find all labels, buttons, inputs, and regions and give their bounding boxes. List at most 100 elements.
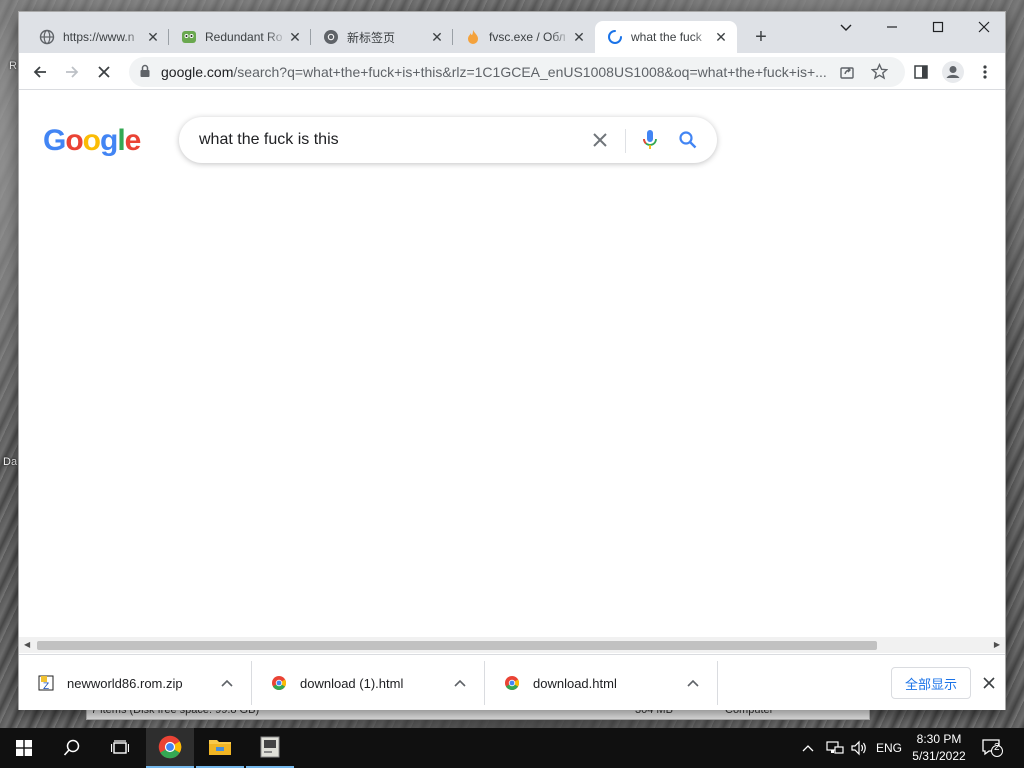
lock-icon: [139, 64, 151, 83]
tab-title: Redundant Ro: [205, 30, 283, 44]
chevron-up-icon[interactable]: [215, 679, 239, 687]
address-url: google.com/search?q=what+the+fuck+is+thi…: [161, 64, 833, 80]
close-downloads-bar-button[interactable]: [977, 671, 1001, 695]
forward-button[interactable]: [58, 58, 86, 86]
bookmark-star-icon[interactable]: [870, 62, 889, 85]
close-icon[interactable]: ✕: [571, 29, 587, 45]
tab-1[interactable]: https://www.n ✕: [27, 21, 169, 53]
address-bar[interactable]: google.com/search?q=what+the+fuck+is+thi…: [129, 57, 905, 87]
minimize-icon: [887, 26, 897, 28]
arrow-left-icon: [33, 66, 46, 78]
stop-loading-button[interactable]: [90, 58, 118, 86]
taskbar: ENG 8:30 PM 5/31/2022 2: [0, 728, 1024, 768]
chevron-down-icon: [840, 24, 852, 31]
tab-title: fvsc.exe / Обл: [489, 30, 566, 44]
clear-search-button[interactable]: [589, 129, 611, 151]
profile-button[interactable]: [939, 58, 967, 86]
close-icon[interactable]: ✕: [287, 29, 303, 45]
close-icon[interactable]: ✕: [713, 29, 729, 45]
tab-5-active[interactable]: what the fuck ✕: [595, 21, 737, 53]
back-button[interactable]: [26, 58, 54, 86]
close-icon[interactable]: ✕: [145, 29, 161, 45]
taskbar-chrome[interactable]: [146, 728, 194, 768]
url-domain: google.com: [161, 64, 234, 80]
chrome-icon: [158, 735, 182, 759]
tab-4[interactable]: fvsc.exe / Обл ✕: [453, 21, 595, 53]
chevron-up-icon[interactable]: [681, 679, 705, 687]
volume-icon[interactable]: [850, 728, 868, 768]
scroll-left-icon[interactable]: ◀: [24, 640, 30, 649]
desktop-icon-label: Da: [3, 456, 18, 468]
new-tab-button[interactable]: +: [749, 26, 773, 50]
tab-title: 新标签页: [347, 30, 396, 45]
downloads-bar: Z newworld86.rom.zip download (1).html d…: [19, 654, 1005, 710]
taskbar-file-explorer[interactable]: [196, 728, 244, 768]
search-box[interactable]: what the fuck is this: [179, 117, 717, 163]
share-icon[interactable]: [839, 64, 855, 85]
input-language[interactable]: ENG: [876, 728, 902, 768]
download-item[interactable]: download.html: [485, 661, 718, 705]
logo-letter: e: [124, 124, 142, 157]
tab-3[interactable]: 新标签页 ✕: [311, 21, 453, 53]
taskbar-search-button[interactable]: [48, 728, 96, 768]
tab-2[interactable]: Redundant Ro ✕: [169, 21, 311, 53]
close-icon[interactable]: ✕: [429, 29, 445, 45]
tab-strip: https://www.n ✕ Redundant Ro ✕ 新标签页 ✕ fv…: [19, 12, 1005, 53]
notification-center-button[interactable]: 2: [982, 728, 1004, 768]
maximize-button[interactable]: [915, 12, 961, 42]
close-window-button[interactable]: [961, 12, 1007, 42]
chevron-up-icon[interactable]: [448, 679, 472, 687]
google-logo[interactable]: Google: [43, 124, 142, 158]
scrollbar-thumb[interactable]: [37, 641, 877, 650]
page-content: Google what the fuck is this: [19, 91, 1005, 636]
download-item[interactable]: Z newworld86.rom.zip: [19, 661, 252, 705]
arrow-right-icon: [66, 66, 79, 78]
search-icon: [679, 131, 697, 149]
notification-count: 2: [994, 742, 1000, 753]
logo-letter: o: [82, 124, 101, 157]
search-input[interactable]: what the fuck is this: [199, 131, 339, 149]
clock-date: 5/31/2022: [912, 749, 966, 763]
scroll-right-icon[interactable]: ▶: [994, 640, 1000, 649]
browser-window: https://www.n ✕ Redundant Ro ✕ 新标签页 ✕ fv…: [18, 11, 1006, 710]
folder-icon: [209, 740, 231, 755]
clock-time: 8:30 PM: [916, 732, 962, 746]
chrome-file-icon: [270, 674, 288, 692]
horizontal-scrollbar[interactable]: ◀ ▶: [19, 637, 1005, 653]
network-icon[interactable]: [826, 728, 844, 768]
minimize-button[interactable]: [869, 12, 915, 42]
task-view-icon: [111, 740, 129, 754]
menu-button[interactable]: [971, 58, 999, 86]
more-vert-icon: [983, 65, 987, 79]
browser-toolbar: google.com/search?q=what+the+fuck+is+thi…: [19, 53, 1005, 90]
maximize-icon: [932, 21, 944, 33]
show-hidden-icons-button[interactable]: [802, 728, 814, 768]
taskbar-app[interactable]: [246, 728, 294, 768]
chrome-icon: [323, 29, 339, 45]
download-filename: newworld86.rom.zip: [67, 675, 183, 691]
zip-file-icon: Z: [37, 674, 55, 692]
logo-letter: o: [65, 124, 83, 157]
fire-icon: [465, 29, 481, 45]
loading-spinner-icon: [607, 29, 623, 45]
task-view-button[interactable]: [96, 728, 144, 768]
notification-icon: [982, 739, 1003, 757]
tab-search-button[interactable]: [823, 12, 869, 42]
side-panel-button[interactable]: [907, 58, 935, 86]
show-all-downloads-button[interactable]: 全部显示: [891, 667, 971, 699]
stop-icon: [98, 66, 110, 78]
app-icon: [181, 29, 197, 45]
side-panel-icon: [914, 65, 928, 79]
search-button[interactable]: [677, 129, 699, 151]
desktop-icon-label: R: [9, 60, 17, 72]
computer-app-icon: [260, 736, 280, 758]
chevron-up-icon: [802, 745, 814, 752]
download-filename: download (1).html: [300, 675, 404, 691]
start-button[interactable]: [0, 728, 48, 768]
download-filename: download.html: [533, 675, 617, 691]
taskbar-clock[interactable]: 8:30 PM 5/31/2022: [908, 731, 970, 765]
voice-search-button[interactable]: [639, 129, 661, 151]
download-item[interactable]: download (1).html: [252, 661, 485, 705]
windows-logo-icon: [16, 740, 32, 756]
svg-text:Z: Z: [43, 682, 49, 691]
